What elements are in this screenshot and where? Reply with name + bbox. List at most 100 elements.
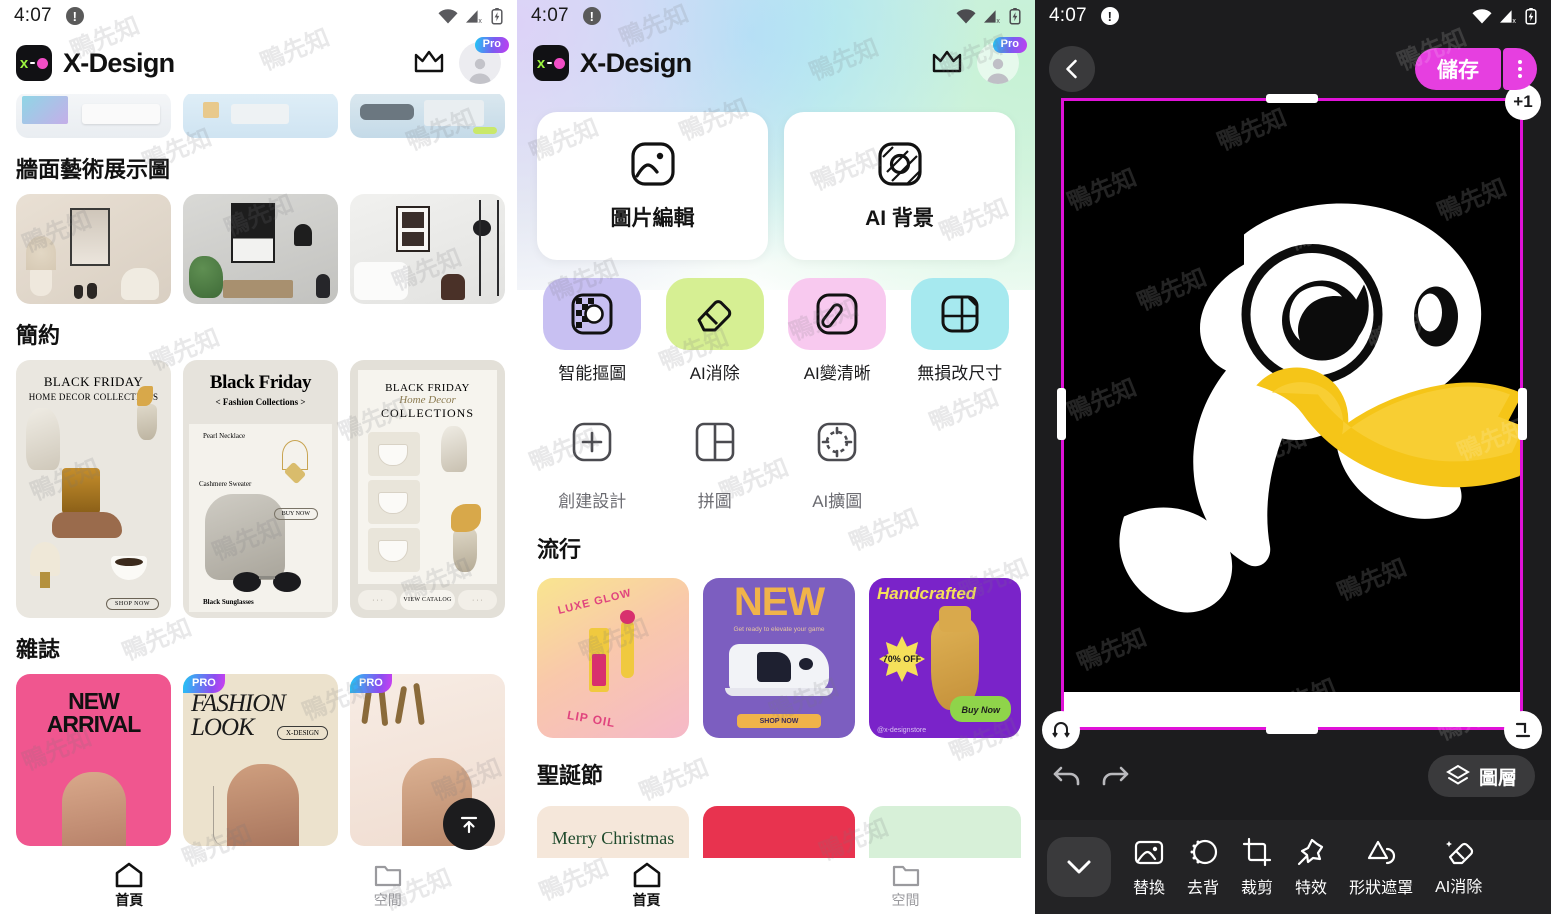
status-bar: 4:07 ! x <box>1035 0 1551 32</box>
tool-ai-expand[interactable]: AI擴圖 <box>776 406 899 512</box>
crown-icon[interactable] <box>931 50 963 76</box>
undo-icon[interactable] <box>1051 762 1083 790</box>
home-icon <box>633 862 660 888</box>
card-title: Merry Christmas <box>551 828 675 848</box>
template-line1: Black Friday <box>209 372 312 393</box>
crown-icon[interactable] <box>413 50 445 76</box>
nav-label: 空間 <box>373 892 402 908</box>
card-cta[interactable]: Buy Now <box>961 705 1000 715</box>
list-item[interactable]: Black Friday < Fashion Collections > Pea… <box>183 360 338 618</box>
section-partial-row <box>0 94 517 138</box>
pro-badge[interactable]: Pro <box>992 37 1027 53</box>
handle-bottom-left-rotate[interactable] <box>1042 711 1080 749</box>
x-design-logo-icon[interactable]: x <box>533 45 569 81</box>
list-item[interactable] <box>350 94 505 138</box>
template-line2: Home Decor <box>399 394 456 406</box>
save-button[interactable]: 儲存 <box>1415 48 1501 90</box>
browse-scroll-area[interactable]: 牆面藝術展示圖 簡約 BLACK FRIDAY HOME DECOR COLLE… <box>0 94 517 858</box>
tool-collage[interactable]: 拼圖 <box>654 406 777 512</box>
template-cta[interactable]: BUY NOW <box>273 508 318 520</box>
section-wall-art-row[interactable] <box>0 194 517 304</box>
tool-ai-erase[interactable]: AI消除 <box>1435 838 1482 897</box>
nav-item-home[interactable]: 首頁 <box>0 862 259 910</box>
list-item[interactable]: PRO FASHION LOOK X-DESIGN <box>183 674 338 846</box>
tool-ai-erase[interactable]: AI消除 <box>654 278 777 384</box>
back-button[interactable] <box>1049 46 1095 92</box>
tool-ai-background[interactable]: AI 背景 <box>784 112 1015 260</box>
remove-background-icon <box>1190 839 1218 864</box>
x-design-logo-icon[interactable]: x <box>16 45 52 81</box>
exclamation-circle-icon: ! <box>582 7 601 25</box>
editor-canvas[interactable]: +1 <box>1042 84 1542 749</box>
eraser-icon <box>697 300 731 332</box>
card-cta[interactable]: SHOP NOW <box>760 718 799 725</box>
list-item[interactable] <box>183 194 338 304</box>
section-trending-row[interactable]: LUXE GLOW LIP OIL NEW Get ready to eleva… <box>517 578 1035 738</box>
tool-label: 特效 <box>1295 879 1328 897</box>
handle-right-center[interactable] <box>1518 388 1527 440</box>
tool-grid-row-1: 智能摳圖 AI消除 AI變清晰 無損改尺寸 <box>531 278 1021 384</box>
svg-text:x: x <box>996 18 1000 24</box>
section-magazine-row[interactable]: NEW ARRIVAL PRO FASHION LOOK X-DESIGN PR… <box>0 674 517 846</box>
nav-item-space[interactable]: 空間 <box>259 862 518 910</box>
magazine-sub: X-DESIGN <box>276 726 328 740</box>
tool-create-design[interactable]: 創建設計 <box>531 406 654 512</box>
template-cta[interactable]: VIEW CATALOG <box>403 597 451 603</box>
nav-item-space[interactable]: 空間 <box>776 862 1035 910</box>
card-handle: @x-designstore <box>877 727 927 734</box>
panel-editor: 4:07 ! x 儲存 +1 圖層 替換 去背 裁剪 特效 形狀遮罩 AI消除 <box>1035 0 1551 914</box>
section-minimal-row[interactable]: BLACK FRIDAY HOME DECOR COLLECTIONS SHOP… <box>0 360 517 618</box>
tool-effects[interactable]: 特效 <box>1295 837 1327 898</box>
redo-icon[interactable] <box>1099 762 1131 790</box>
selection-frame <box>1061 98 1523 730</box>
scroll-to-top-icon[interactable] <box>443 798 495 850</box>
list-item[interactable] <box>350 194 505 304</box>
tool-smart-cutout[interactable]: 智能摳圖 <box>531 278 654 384</box>
tool-shape-mask[interactable]: 形狀遮罩 <box>1349 837 1413 898</box>
kebab-menu-icon[interactable] <box>1503 48 1537 90</box>
list-item[interactable] <box>16 94 171 138</box>
status-bar: 4:07 ! x <box>0 0 517 32</box>
shape-mask-icon <box>1367 840 1396 864</box>
list-item[interactable]: Handcrafted 70% OFF Buy Now @x-designsto… <box>869 578 1021 738</box>
tool-label: AI擴圖 <box>812 492 863 511</box>
effects-star-icon <box>1297 838 1324 865</box>
list-item[interactable]: BLACK FRIDAY HOME DECOR COLLECTIONS SHOP… <box>16 360 171 618</box>
tool-ai-sharpen[interactable]: AI變清晰 <box>776 278 899 384</box>
tool-remove-background[interactable]: 去背 <box>1187 837 1219 898</box>
pro-badge[interactable]: Pro <box>474 37 509 53</box>
list-item[interactable]: LUXE GLOW LIP OIL <box>537 578 689 738</box>
tool-lossless-resize[interactable]: 無損改尺寸 <box>899 278 1022 384</box>
tool-label: 創建設計 <box>558 492 627 511</box>
smart-cutout-icon <box>571 293 613 335</box>
layers-button[interactable]: 圖層 <box>1427 755 1535 797</box>
template-cta[interactable]: SHOP NOW <box>106 598 159 610</box>
tool-label: AI 背景 <box>865 207 934 230</box>
tool-image-edit[interactable]: 圖片編輯 <box>537 112 768 260</box>
list-item[interactable]: NEW ARRIVAL <box>16 674 171 846</box>
ai-eraser-icon <box>1445 840 1473 864</box>
collapse-toolbar-button[interactable] <box>1047 837 1111 897</box>
handle-bottom-right-resize[interactable] <box>1504 711 1542 749</box>
exclamation-circle-icon: ! <box>65 7 84 25</box>
handle-bottom-center[interactable] <box>1266 725 1318 734</box>
handle-left-center[interactable] <box>1057 388 1066 440</box>
panel-home-tools: 4:07 ! x x X-Design Pro 圖片編輯 AI 背景 智能摳圖 … <box>517 0 1035 914</box>
wifi-icon <box>438 8 458 23</box>
pro-tag: PRO <box>183 674 225 693</box>
svg-text:x: x <box>478 18 482 24</box>
nav-label: 首頁 <box>632 892 661 908</box>
list-item[interactable]: BLACK FRIDAY Home Decor COLLECTIONS · · … <box>350 360 505 618</box>
list-item[interactable] <box>16 194 171 304</box>
battery-charging-icon <box>1009 7 1021 25</box>
nav-item-home[interactable]: 首頁 <box>517 862 776 910</box>
card-sub: Get ready to elevate your game <box>733 626 825 633</box>
tool-crop[interactable]: 裁剪 <box>1241 837 1273 898</box>
template-label: Pearl Necklace <box>203 432 246 440</box>
nav-label: 首頁 <box>115 892 144 908</box>
list-item[interactable] <box>183 94 338 138</box>
tool-label: 形狀遮罩 <box>1349 879 1414 897</box>
list-item[interactable]: NEW Get ready to elevate your game SHOP … <box>703 578 855 738</box>
tool-grid: 智能摳圖 AI消除 AI變清晰 無損改尺寸 創建設計 拼圖 AI擴圖 <box>517 278 1035 512</box>
tool-replace[interactable]: 替換 <box>1133 837 1165 898</box>
